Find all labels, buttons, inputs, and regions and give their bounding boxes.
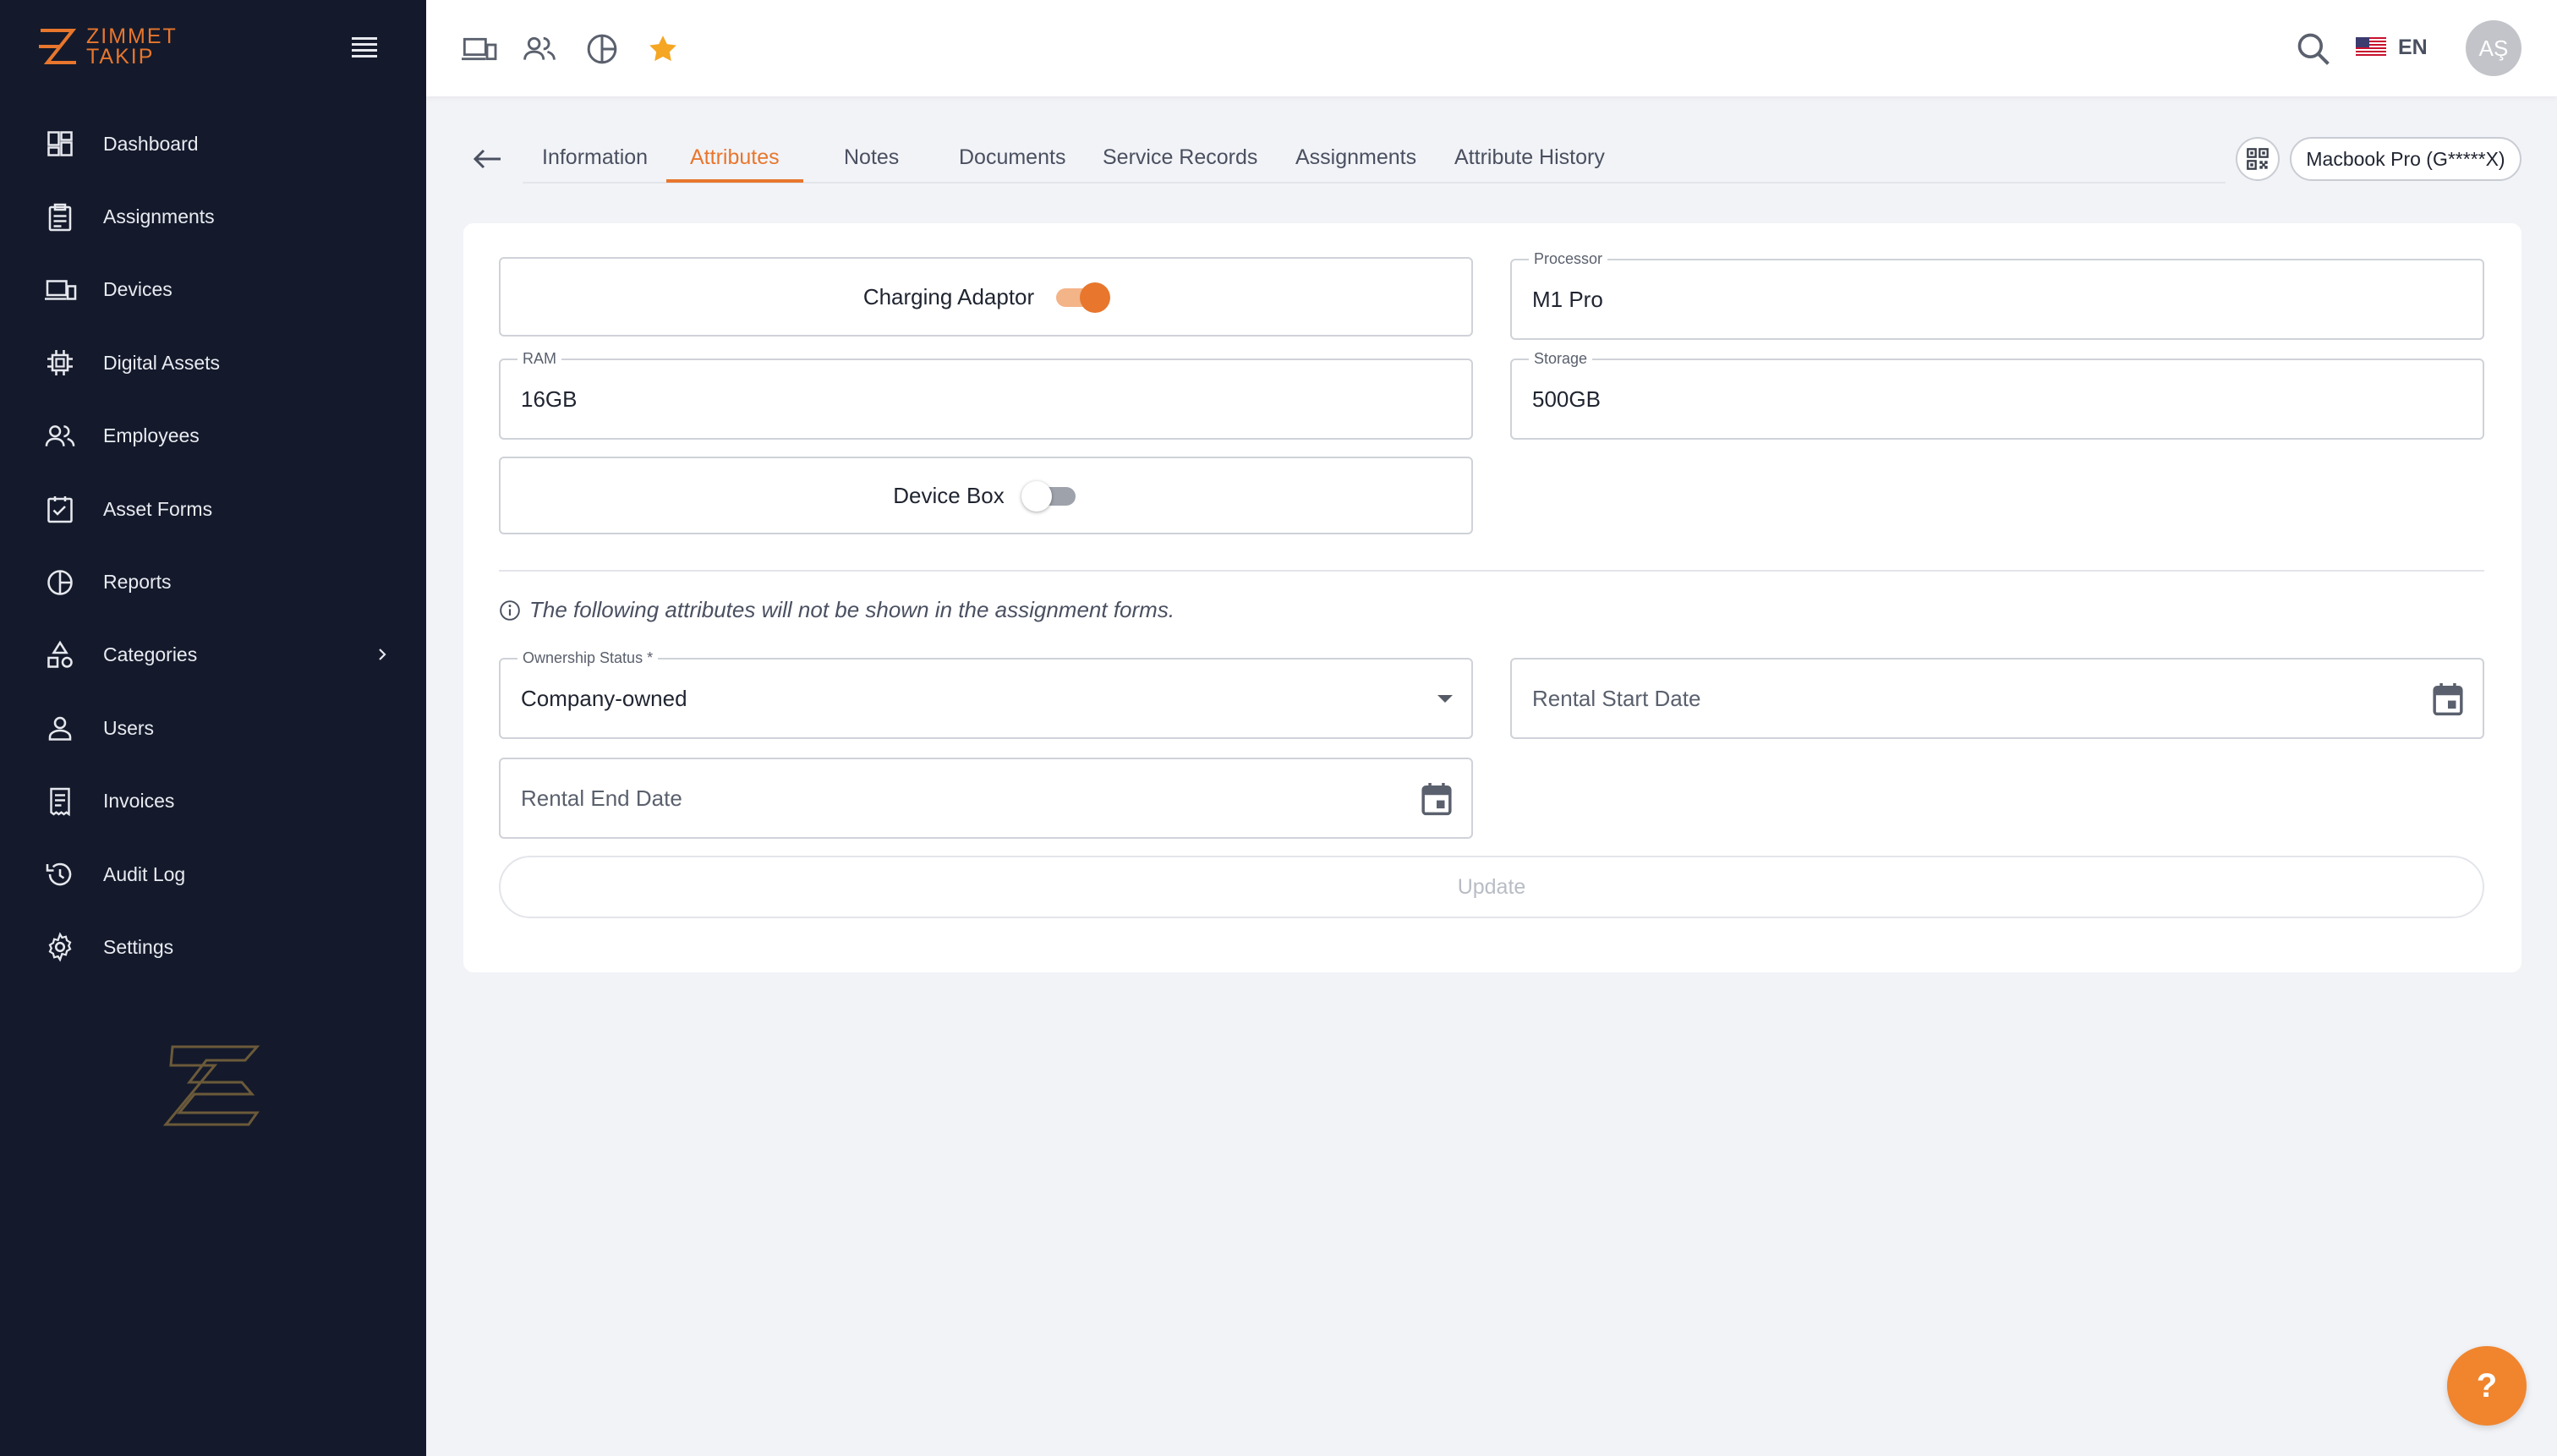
sidebar-nav: Dashboard Assignments Devices Digital As… (0, 107, 426, 984)
sidebar-item-audit-log[interactable]: Audit Log (0, 838, 426, 911)
sidebar-item-label: Devices (103, 278, 172, 301)
sidebar-item-label: Employees (103, 424, 200, 447)
top-bar: EN AŞ (426, 0, 2557, 96)
chevron-right-icon (379, 648, 386, 660)
pie-chart-icon (42, 565, 78, 600)
sidebar-item-label: Settings (103, 935, 174, 958)
search-icon[interactable] (2295, 30, 2332, 68)
brand-name: ZIMMET TAKIP (86, 25, 178, 68)
rental-start-date-field[interactable]: Rental Start Date (1510, 658, 2484, 739)
devices-shortcut-icon[interactable] (460, 30, 497, 68)
device-box-label: Device Box (893, 482, 1005, 508)
sidebar-item-label: Categories (103, 643, 198, 666)
tab-service-records[interactable]: Service Records (1103, 145, 1257, 170)
sidebar-item-employees[interactable]: Employees (0, 400, 426, 473)
dashboard-icon (42, 126, 78, 161)
sidebar-item-assignments[interactable]: Assignments (0, 180, 426, 253)
language-selector[interactable]: EN (2398, 36, 2428, 60)
back-arrow-icon[interactable] (470, 144, 504, 174)
charging-adaptor-toggle-field[interactable]: Charging Adaptor (499, 257, 1473, 337)
ownership-status-select[interactable]: Ownership Status * Company-owned (499, 649, 1473, 739)
sidebar-item-categories[interactable]: Categories (0, 619, 426, 692)
sidebar: ZIMMET TAKIP Dashboard Assignments Devic… (0, 0, 426, 1456)
rental-end-date-placeholder: Rental End Date (521, 785, 682, 811)
menu-toggle-icon[interactable] (352, 37, 377, 57)
storage-value: 500GB (1532, 386, 1601, 412)
reports-shortcut-icon[interactable] (583, 30, 621, 68)
devices-icon (42, 272, 78, 308)
rental-start-date-placeholder: Rental Start Date (1532, 685, 1701, 711)
sidebar-item-digital-assets[interactable]: Digital Assets (0, 326, 426, 399)
categories-icon (42, 638, 78, 673)
sidebar-item-devices[interactable]: Devices (0, 254, 426, 326)
zimmet-logo-icon (39, 29, 77, 64)
sidebar-item-label: Audit Log (103, 862, 186, 885)
sidebar-item-reports[interactable]: Reports (0, 545, 426, 618)
calendar-icon[interactable] (1421, 781, 1453, 817)
tab-information[interactable]: Information (542, 145, 648, 170)
charging-adaptor-label: Charging Adaptor (862, 283, 1035, 309)
dropdown-arrow-icon (1437, 695, 1453, 703)
us-flag-icon[interactable] (2356, 37, 2386, 57)
clipboard-icon (42, 200, 78, 235)
sidebar-item-label: Dashboard (103, 132, 199, 155)
section-divider (499, 570, 2484, 572)
sidebar-item-invoices[interactable]: Invoices (0, 765, 426, 838)
help-button[interactable]: ? (2447, 1346, 2527, 1426)
tab-documents[interactable]: Documents (959, 145, 1065, 170)
history-icon (42, 857, 78, 892)
device-box-switch[interactable] (1021, 479, 1079, 512)
brand-logo[interactable]: ZIMMET TAKIP (36, 25, 178, 68)
checked-calendar-icon (42, 491, 78, 527)
processor-value: M1 Pro (1532, 286, 1603, 312)
calendar-icon[interactable] (2432, 681, 2464, 717)
watermark-logo-icon (162, 1045, 260, 1126)
ownership-status-value: Company-owned (521, 685, 687, 711)
user-icon (42, 710, 78, 746)
tab-attributes[interactable]: Attributes (690, 145, 780, 170)
sidebar-item-label: Users (103, 716, 155, 739)
device-name-chip[interactable]: Macbook Pro (G*****X) (2290, 137, 2521, 181)
device-box-toggle-field[interactable]: Device Box (499, 457, 1473, 534)
sidebar-item-users[interactable]: Users (0, 692, 426, 764)
sidebar-item-label: Invoices (103, 790, 175, 813)
charging-adaptor-switch[interactable] (1053, 280, 1111, 314)
tab-attribute-history[interactable]: Attribute History (1454, 145, 1605, 170)
sidebar-item-dashboard[interactable]: Dashboard (0, 107, 426, 180)
qr-code-button[interactable] (2236, 137, 2280, 181)
attributes-note-text: The following attributes will not be sho… (529, 597, 1175, 622)
sidebar-item-label: Reports (103, 571, 172, 594)
tab-assignments[interactable]: Assignments (1295, 145, 1416, 170)
sidebar-item-label: Digital Assets (103, 351, 221, 374)
chip-icon (42, 345, 78, 380)
ram-field[interactable]: RAM 16GB (499, 350, 1473, 440)
tab-notes[interactable]: Notes (844, 145, 899, 170)
info-icon (500, 599, 520, 621)
update-button[interactable]: Update (499, 856, 2484, 918)
gear-icon (42, 929, 78, 965)
sidebar-item-settings[interactable]: Settings (0, 911, 426, 983)
receipt-icon (42, 784, 78, 819)
people-icon (42, 419, 78, 454)
employees-shortcut-icon[interactable] (521, 30, 558, 68)
sidebar-item-label: Assignments (103, 205, 215, 228)
processor-field[interactable]: Processor M1 Pro (1510, 250, 2484, 340)
storage-field[interactable]: Storage 500GB (1510, 350, 2484, 440)
ram-value: 16GB (521, 386, 578, 412)
favorites-star-icon[interactable] (644, 30, 682, 68)
avatar[interactable]: AŞ (2466, 20, 2521, 76)
qr-code-icon (2247, 148, 2269, 170)
rental-end-date-field[interactable]: Rental End Date (499, 758, 1473, 839)
attributes-note: The following attributes will not be sho… (499, 597, 1174, 623)
active-tab-indicator (666, 179, 803, 183)
sidebar-item-asset-forms[interactable]: Asset Forms (0, 473, 426, 545)
sidebar-item-label: Asset Forms (103, 497, 213, 520)
